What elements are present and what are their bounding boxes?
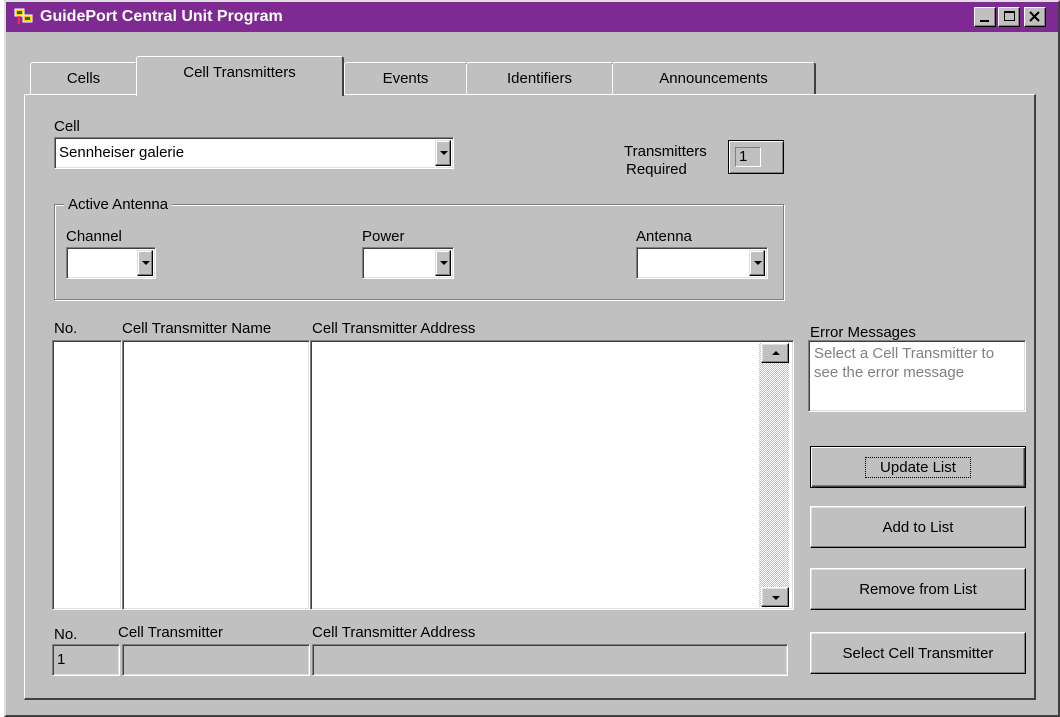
app-icon (14, 8, 33, 24)
cell-select-value: Sennheiser galerie (59, 144, 185, 161)
tab-identifiers[interactable]: Identifiers (466, 62, 614, 94)
list-header-no: No. (54, 320, 78, 337)
remove-from-list-label: Remove from List (859, 580, 977, 598)
list-scrollbar[interactable] (759, 343, 789, 607)
select-cell-transmitter-label: Select Cell Transmitter (842, 644, 994, 662)
minimize-button[interactable] (974, 7, 996, 27)
minimize-icon (980, 20, 989, 22)
edit-no-label: No. (54, 626, 78, 643)
antenna-select[interactable] (636, 247, 768, 279)
chevron-down-icon (440, 151, 448, 155)
remove-from-list-button[interactable]: Remove from List (810, 568, 1026, 610)
scroll-down-button[interactable] (761, 587, 789, 607)
edit-no-value: 1 (57, 651, 66, 668)
error-messages-hint: Select a Cell Transmitter to see the err… (814, 345, 995, 381)
select-cell-transmitter-button[interactable]: Select Cell Transmitter (810, 632, 1026, 674)
tab-announcements-label: Announcements (659, 70, 768, 87)
error-messages-box: Select a Cell Transmitter to see the err… (808, 340, 1026, 412)
cell-label: Cell (54, 118, 80, 135)
list-no-column[interactable] (52, 340, 122, 610)
tab-announcements[interactable]: Announcements (612, 62, 816, 94)
active-antenna-legend: Active Antenna (64, 197, 173, 213)
channel-label: Channel (66, 228, 122, 245)
cell-select[interactable]: Sennheiser galerie (54, 137, 454, 169)
list-header-name: Cell Transmitter Name (122, 320, 272, 337)
transmitters-required-field: 1 (728, 140, 784, 174)
edit-transmitter-field[interactable] (122, 644, 310, 676)
close-button[interactable] (1024, 7, 1046, 27)
power-label: Power (362, 228, 405, 245)
edit-address-field[interactable] (312, 644, 788, 676)
edit-address-label: Cell Transmitter Address (312, 624, 476, 641)
tab-cells-label: Cells (66, 70, 101, 87)
edit-transmitter-label: Cell Transmitter (118, 624, 224, 641)
transmitters-required-value: 1 (739, 148, 748, 165)
close-icon (1029, 11, 1040, 22)
add-to-list-button[interactable]: Add to List (810, 506, 1026, 548)
tab-events-label: Events (382, 70, 429, 87)
antenna-label: Antenna (636, 228, 692, 245)
cell-dropdown-button[interactable] (435, 140, 451, 166)
tab-cell-transmitters[interactable]: Cell Transmitters (136, 56, 344, 96)
arrow-down-icon (772, 596, 780, 600)
tab-events[interactable]: Events (344, 62, 468, 94)
maximize-button[interactable] (998, 7, 1020, 27)
title-bar[interactable]: GuidePort Central Unit Program (6, 2, 1058, 32)
edit-no-field[interactable]: 1 (52, 644, 120, 676)
tab-cell-transmitters-label: Cell Transmitters (183, 64, 296, 81)
window-title: GuidePort Central Unit Program (40, 8, 283, 25)
tab-identifiers-label: Identifiers (506, 70, 573, 87)
power-select[interactable] (362, 247, 454, 279)
update-list-button[interactable]: Update List (810, 446, 1026, 488)
list-address-column[interactable] (310, 340, 794, 610)
chevron-down-icon (754, 261, 762, 265)
update-list-label: Update List (865, 456, 971, 478)
add-to-list-label: Add to List (882, 518, 954, 536)
chevron-down-icon (142, 261, 150, 265)
scroll-up-button[interactable] (761, 343, 789, 363)
chevron-down-icon (440, 261, 448, 265)
transmitters-required-label-2: Required (626, 161, 687, 178)
power-dropdown-button[interactable] (435, 250, 451, 276)
channel-select[interactable] (66, 247, 156, 279)
list-header-address: Cell Transmitter Address (312, 320, 476, 337)
channel-dropdown-button[interactable] (137, 250, 153, 276)
maximize-icon (1004, 11, 1015, 21)
antenna-dropdown-button[interactable] (749, 250, 765, 276)
arrow-up-icon (772, 351, 780, 355)
list-name-column[interactable] (122, 340, 310, 610)
transmitters-required-label-1: Transmitters (624, 143, 707, 160)
tab-cells[interactable]: Cells (30, 62, 138, 94)
